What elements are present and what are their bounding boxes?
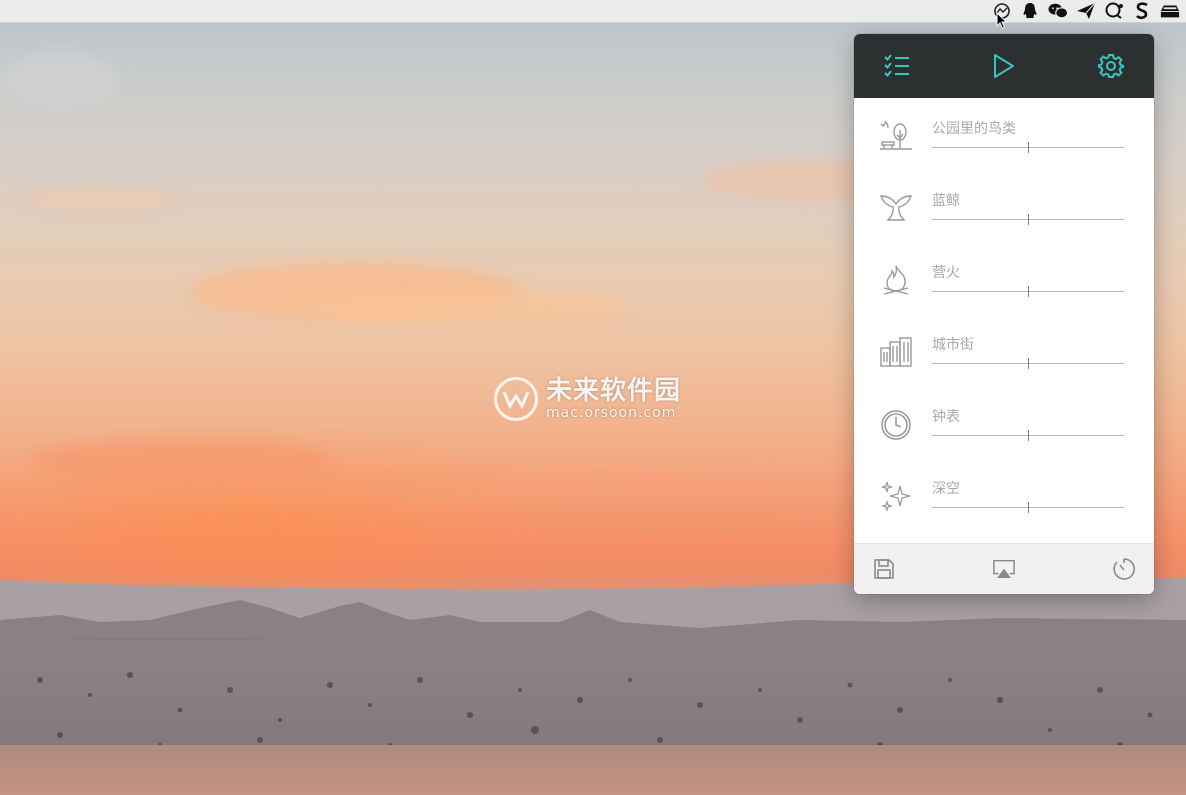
menu-bar bbox=[0, 0, 1186, 23]
gear-icon[interactable] bbox=[1096, 51, 1126, 81]
watermark-url: mac.orsoon.com bbox=[546, 405, 677, 421]
drive-icon[interactable] bbox=[1160, 1, 1180, 21]
desert-scrub bbox=[37, 672, 1153, 752]
airplay-icon[interactable] bbox=[992, 557, 1016, 581]
sound-row-city-street: 城市街 bbox=[854, 328, 1154, 400]
volume-slider[interactable] bbox=[932, 358, 1124, 370]
whale-tail-icon bbox=[880, 195, 912, 221]
clock-icon bbox=[881, 410, 911, 440]
volume-slider-thumb[interactable] bbox=[1028, 358, 1029, 369]
sound-row-campfire: 营火 bbox=[854, 256, 1154, 328]
watermark-title: 未来软件园 bbox=[546, 376, 682, 406]
sound-row-clock: 钟表 bbox=[854, 400, 1154, 472]
timer-icon[interactable] bbox=[1112, 557, 1136, 581]
sound-label: 营火 bbox=[932, 265, 960, 281]
sound-row-blue-whale: 蓝鲸 bbox=[854, 184, 1154, 256]
checklist-icon[interactable] bbox=[882, 51, 912, 81]
sound-label: 城市街 bbox=[932, 337, 974, 353]
send-icon[interactable] bbox=[1076, 1, 1096, 21]
city-street-icon bbox=[880, 337, 912, 367]
volume-slider-thumb[interactable] bbox=[1028, 214, 1029, 225]
volume-slider[interactable] bbox=[932, 286, 1124, 298]
park-birds-icon bbox=[880, 120, 912, 150]
volume-slider[interactable] bbox=[932, 430, 1124, 442]
sound-label: 钟表 bbox=[932, 409, 960, 425]
watermark: 未来软件园 mac.orsoon.com bbox=[494, 374, 704, 424]
sound-label: 公园里的鸟类 bbox=[932, 121, 1016, 137]
save-icon[interactable] bbox=[872, 557, 896, 581]
s-icon[interactable] bbox=[1132, 1, 1152, 21]
deep-space-icon bbox=[880, 481, 911, 513]
watermark-logo-icon bbox=[494, 377, 538, 421]
volume-slider[interactable] bbox=[932, 502, 1124, 514]
sound-label: 深空 bbox=[932, 481, 960, 497]
volume-slider-thumb[interactable] bbox=[1028, 286, 1029, 297]
menu-bar-status-icons bbox=[992, 0, 1180, 22]
sound-mixer-popover: 公园里的鸟类 蓝鲸 营火 城市街 钟表 深空 bbox=[854, 34, 1154, 594]
sound-row-park-birds: 公园里的鸟类 bbox=[854, 112, 1154, 184]
volume-slider-thumb[interactable] bbox=[1028, 142, 1029, 153]
chat-icon[interactable] bbox=[1104, 1, 1124, 21]
volume-slider-thumb[interactable] bbox=[1028, 430, 1029, 441]
play-icon[interactable] bbox=[989, 51, 1019, 81]
sound-list: 公园里的鸟类 蓝鲸 营火 城市街 钟表 深空 bbox=[854, 98, 1154, 544]
volume-slider-thumb[interactable] bbox=[1028, 502, 1029, 513]
sound-label: 蓝鲸 bbox=[932, 193, 960, 209]
wechat-icon[interactable] bbox=[1048, 1, 1068, 21]
sound-row-deep-space: 深空 bbox=[854, 472, 1154, 544]
volume-slider[interactable] bbox=[932, 142, 1124, 154]
qq-icon[interactable] bbox=[1020, 1, 1040, 21]
volume-slider[interactable] bbox=[932, 214, 1124, 226]
campfire-icon bbox=[883, 265, 909, 295]
panel-footer bbox=[854, 543, 1154, 594]
mouse-cursor-icon bbox=[996, 12, 1008, 30]
panel-header bbox=[854, 34, 1154, 98]
